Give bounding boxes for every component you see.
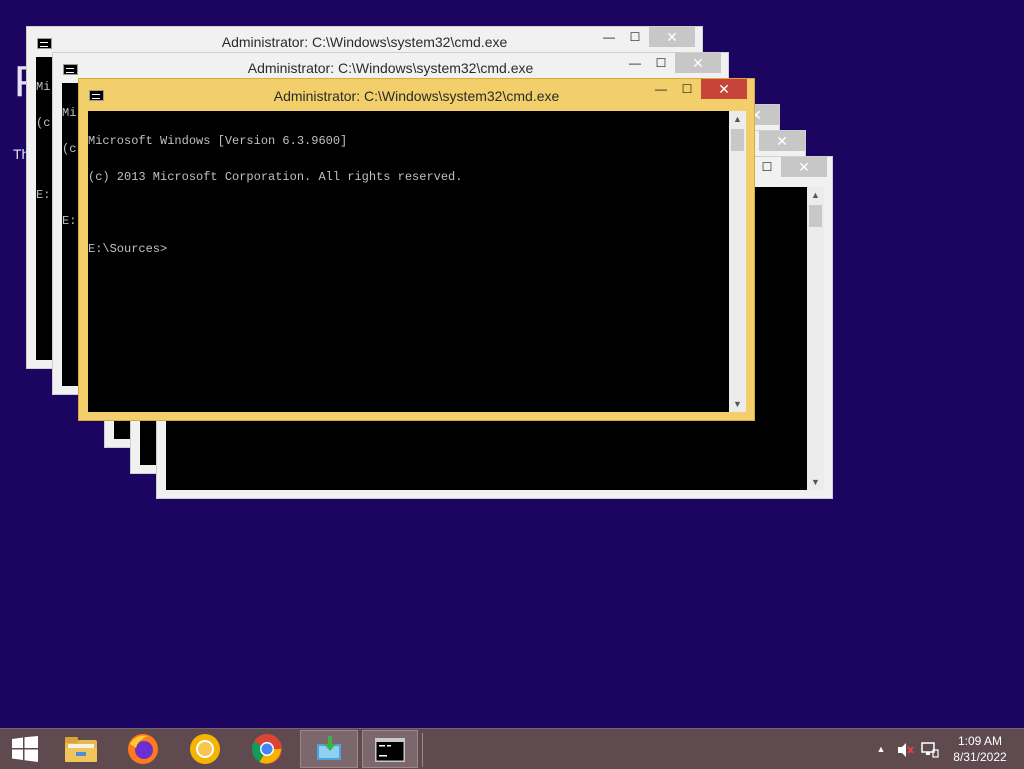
scroll-up-arrow-icon[interactable]: ▲ [807, 187, 824, 203]
network-icon[interactable] [921, 742, 939, 758]
minimize-button[interactable]: — [649, 79, 673, 99]
maximize-button[interactable]: ☐ [649, 53, 673, 73]
maximize-button[interactable]: ☐ [623, 27, 647, 47]
close-button[interactable]: ✕ [675, 53, 721, 73]
setup-install-icon [317, 736, 341, 760]
start-button[interactable] [0, 730, 50, 768]
scroll-up-arrow-icon[interactable]: ▲ [729, 111, 746, 127]
minimize-button[interactable]: — [597, 27, 621, 47]
cmd-window-active[interactable]: Administrator: C:\Windows\system32\cmd.e… [78, 78, 755, 421]
windows-logo-icon [12, 736, 38, 762]
taskbar-firefox[interactable] [114, 730, 172, 768]
console-line: Microsoft Windows [Version 6.3.9600] [88, 134, 348, 148]
maximize-button[interactable]: ☐ [675, 79, 699, 99]
console-area[interactable]: Microsoft Windows [Version 6.3.9600] (c)… [88, 111, 729, 412]
close-button[interactable]: ✕ [701, 79, 747, 99]
clock-date[interactable]: 8/31/2022 [945, 750, 1015, 764]
chrome-icon [251, 734, 282, 764]
clock-time[interactable]: 1:09 AM [945, 734, 1015, 748]
close-button[interactable]: ✕ [649, 27, 695, 47]
taskbar-command-prompt[interactable] [362, 730, 423, 768]
taskbar-chrome[interactable] [238, 730, 296, 768]
chromium-icon [190, 734, 220, 764]
console-prompt: E:\Sources> [88, 242, 168, 256]
maximize-button[interactable]: ☐ [755, 157, 779, 177]
cmd-icon [375, 738, 405, 762]
minimize-button[interactable]: — [623, 53, 647, 73]
scroll-down-arrow-icon[interactable]: ▼ [729, 396, 746, 412]
scroll-down-arrow-icon[interactable]: ▼ [807, 474, 824, 490]
scroll-thumb[interactable] [809, 205, 822, 227]
vertical-scrollbar[interactable]: ▲ ▼ [729, 111, 746, 412]
show-hidden-icons-button[interactable]: ▲ [874, 741, 888, 757]
taskbar-setup[interactable] [300, 730, 358, 768]
close-button[interactable]: ✕ [781, 157, 827, 177]
folder-icon [65, 737, 97, 762]
firefox-icon [128, 734, 158, 764]
taskbar-chromium[interactable] [176, 730, 234, 768]
close-button[interactable]: ✕ [759, 131, 805, 151]
vertical-scrollbar[interactable]: ▲ ▼ [807, 187, 824, 490]
stacked-windows-indicator [417, 733, 423, 767]
console-line: (c) 2013 Microsoft Corporation. All righ… [88, 170, 463, 184]
taskbar-file-explorer[interactable] [52, 730, 110, 768]
speaker-muted-icon[interactable] [897, 742, 915, 758]
scroll-thumb[interactable] [731, 129, 744, 151]
taskbar: ▲ 1:09 AM 8/31/2022 [0, 728, 1024, 769]
